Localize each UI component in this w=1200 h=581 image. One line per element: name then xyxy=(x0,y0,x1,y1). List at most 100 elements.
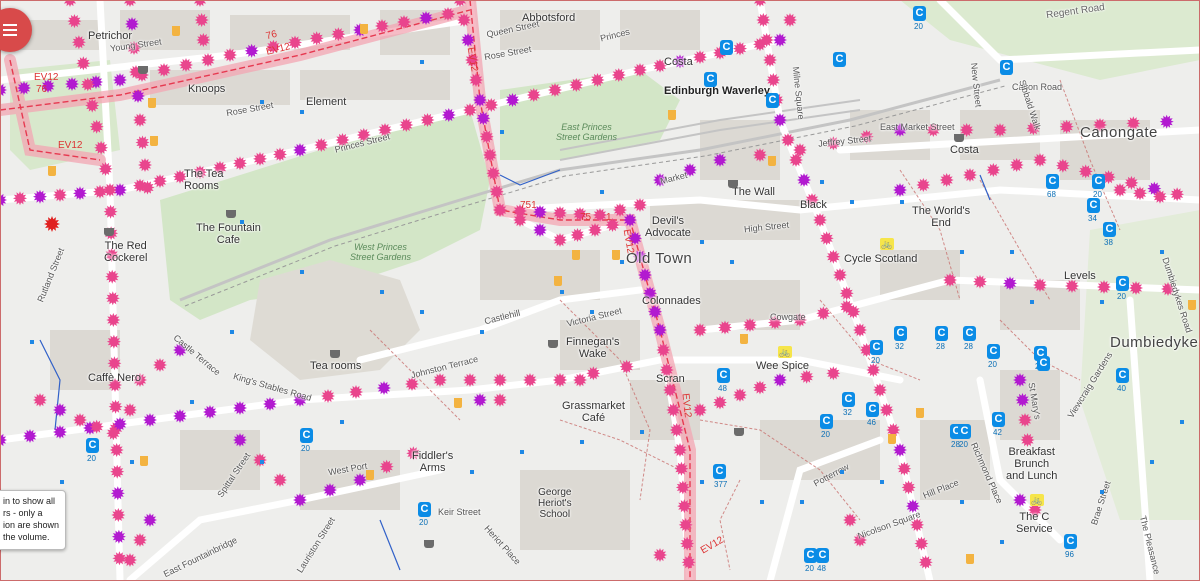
bike-rental-icon[interactable]: 🚲 xyxy=(1030,494,1044,506)
traffic-counter[interactable] xyxy=(753,380,767,395)
traffic-counter[interactable] xyxy=(1078,164,1093,179)
traffic-counter[interactable] xyxy=(666,403,681,417)
cycle-parking-icon[interactable]: C xyxy=(935,326,948,341)
traffic-counter[interactable] xyxy=(843,513,857,527)
traffic-counter[interactable] xyxy=(89,119,104,134)
bus-stop-marker[interactable] xyxy=(580,440,584,444)
traffic-counter[interactable] xyxy=(693,403,707,417)
traffic-counter-high[interactable] xyxy=(797,173,811,187)
cycle-parking-icon[interactable]: C xyxy=(720,40,733,55)
traffic-counter[interactable] xyxy=(743,318,757,332)
traffic-counter-high[interactable] xyxy=(143,413,157,427)
traffic-counter[interactable] xyxy=(94,140,109,155)
traffic-counter[interactable] xyxy=(420,113,435,127)
cycle-parking-icon[interactable]: C xyxy=(1116,276,1129,291)
traffic-counter-high[interactable] xyxy=(893,183,907,197)
traffic-counter[interactable] xyxy=(918,555,933,570)
traffic-counter[interactable] xyxy=(1009,158,1024,172)
traffic-counter-high[interactable] xyxy=(638,268,652,282)
traffic-counter[interactable] xyxy=(681,555,696,570)
traffic-counter[interactable] xyxy=(108,399,123,414)
traffic-counter[interactable] xyxy=(157,63,171,77)
traffic-counter-high[interactable] xyxy=(33,189,47,204)
traffic-counter[interactable] xyxy=(973,274,987,289)
traffic-counter[interactable] xyxy=(53,188,67,202)
traffic-counter[interactable] xyxy=(273,147,287,162)
traffic-counter[interactable] xyxy=(223,48,237,62)
bus-stop-marker[interactable] xyxy=(760,500,764,504)
traffic-counter[interactable] xyxy=(493,373,507,387)
traffic-counter-high[interactable] xyxy=(773,113,787,127)
traffic-counter[interactable] xyxy=(433,373,447,387)
cafe-icon[interactable] xyxy=(734,428,744,436)
traffic-counter[interactable] xyxy=(897,461,912,476)
traffic-counter-high[interactable] xyxy=(0,433,7,447)
bus-stop-marker[interactable] xyxy=(420,60,424,64)
traffic-counter[interactable] xyxy=(1133,186,1147,201)
traffic-counter[interactable] xyxy=(901,480,916,495)
pub-icon[interactable] xyxy=(966,554,974,564)
traffic-counter[interactable] xyxy=(13,191,27,206)
bus-stop-marker[interactable] xyxy=(1030,300,1034,304)
traffic-counter[interactable] xyxy=(819,231,834,246)
traffic-counter[interactable] xyxy=(813,213,827,227)
cycle-parking-icon[interactable]: C xyxy=(816,548,829,563)
traffic-counter[interactable] xyxy=(76,56,91,71)
cafe-icon[interactable] xyxy=(728,180,738,188)
cycle-parking-icon[interactable]: C xyxy=(300,428,313,443)
pub-icon[interactable] xyxy=(768,156,776,166)
bus-stop-marker[interactable] xyxy=(260,460,264,464)
cycle-parking-icon[interactable]: C xyxy=(1103,222,1116,237)
traffic-counter[interactable] xyxy=(569,78,584,92)
bus-stop-marker[interactable] xyxy=(1100,300,1104,304)
traffic-counter-high[interactable] xyxy=(65,77,79,91)
pub-icon[interactable] xyxy=(888,434,896,444)
traffic-counter[interactable] xyxy=(105,269,120,284)
traffic-counter-high[interactable] xyxy=(1013,373,1027,387)
traffic-counter[interactable] xyxy=(586,366,601,381)
traffic-counter[interactable] xyxy=(993,123,1007,137)
traffic-counter[interactable] xyxy=(138,158,152,172)
cycle-parking-icon[interactable]: C xyxy=(1087,198,1100,213)
traffic-counter[interactable] xyxy=(781,133,795,147)
bike-rental-icon[interactable]: 🚲 xyxy=(778,346,792,358)
pub-icon[interactable] xyxy=(360,24,368,34)
map-canvas[interactable]: Old Town Canongate Dumbiedykes Abbotsfor… xyxy=(0,0,1200,581)
traffic-counter[interactable] xyxy=(379,459,394,474)
bus-stop-marker[interactable] xyxy=(520,450,524,454)
pub-icon[interactable] xyxy=(916,408,924,418)
bus-stop-marker[interactable] xyxy=(960,250,964,254)
cafe-icon[interactable] xyxy=(548,340,558,348)
cafe-icon[interactable] xyxy=(330,350,340,358)
pub-icon[interactable] xyxy=(572,250,580,260)
traffic-counter[interactable] xyxy=(523,373,537,387)
bus-stop-marker[interactable] xyxy=(850,200,854,204)
traffic-counter[interactable] xyxy=(153,358,167,372)
cycle-parking-icon[interactable]: C xyxy=(963,326,976,341)
traffic-counter-high[interactable] xyxy=(505,93,520,107)
traffic-counter[interactable] xyxy=(469,73,483,87)
traffic-counter-high[interactable] xyxy=(441,108,456,122)
bus-stop-marker[interactable] xyxy=(820,180,824,184)
traffic-counter-high[interactable] xyxy=(653,323,667,337)
traffic-counter[interactable] xyxy=(375,19,389,33)
traffic-counter[interactable] xyxy=(493,393,507,407)
traffic-counter[interactable] xyxy=(693,50,707,65)
traffic-counter[interactable] xyxy=(793,143,807,157)
traffic-counter-high[interactable] xyxy=(1015,393,1030,407)
traffic-counter[interactable] xyxy=(548,83,562,97)
traffic-counter[interactable] xyxy=(611,68,626,82)
traffic-counter[interactable] xyxy=(193,0,207,7)
traffic-counter[interactable] xyxy=(669,423,684,437)
cycle-parking-icon[interactable]: C xyxy=(913,6,926,21)
traffic-counter[interactable] xyxy=(105,291,120,306)
bike-rental-icon[interactable]: 🚲 xyxy=(880,238,894,250)
traffic-counter[interactable] xyxy=(590,73,605,87)
traffic-counter-high[interactable] xyxy=(773,373,787,387)
bus-stop-marker[interactable] xyxy=(590,310,594,314)
bus-stop-marker[interactable] xyxy=(230,330,234,334)
traffic-counter[interactable] xyxy=(673,443,687,457)
bus-stop-marker[interactable] xyxy=(600,190,604,194)
traffic-counter[interactable] xyxy=(153,174,167,189)
cycle-parking-icon[interactable]: C xyxy=(894,326,907,341)
